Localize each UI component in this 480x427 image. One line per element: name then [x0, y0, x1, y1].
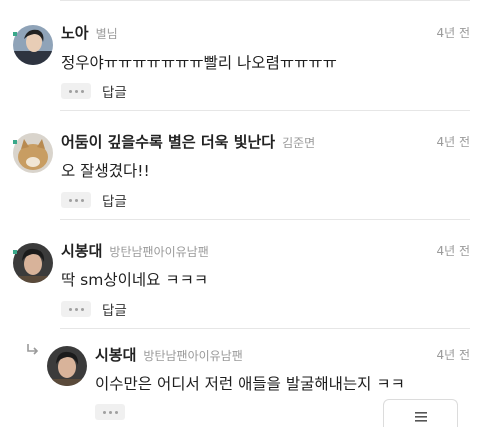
author-tag: 방탄남팬아이유남팬 — [109, 245, 209, 259]
comment-time: 4년 전 — [436, 26, 470, 40]
avatar[interactable] — [13, 25, 53, 65]
author-tag: 별님 — [95, 27, 118, 41]
comment-text: 딱 sm상이네요 ㅋㅋㅋ — [61, 271, 209, 289]
reply-button[interactable]: 답글 — [102, 190, 127, 210]
pin-dot-icon — [12, 241, 19, 254]
comment-author[interactable]: 노아 — [61, 22, 89, 43]
more-dots-icon[interactable] — [61, 192, 91, 208]
top-divider — [60, 0, 470, 1]
comment-author[interactable]: 어둠이 깊을수록 별은 더욱 빛난다 — [61, 131, 275, 152]
reply-button[interactable]: 답글 — [102, 299, 127, 319]
comment-text: 오 잘생겼다!! — [61, 162, 150, 180]
comment-author[interactable]: 시봉대 — [61, 240, 102, 261]
avatar[interactable] — [13, 133, 53, 173]
author-tag: 김준면 — [282, 136, 316, 150]
menu-button[interactable] — [383, 399, 458, 427]
author-tag: 방탄남팬아이유남팬 — [143, 349, 243, 363]
more-dots-icon[interactable] — [95, 404, 125, 420]
comment-time: 4년 전 — [436, 348, 470, 362]
comment-time: 4년 전 — [436, 135, 470, 149]
reply-button[interactable]: 답글 — [102, 81, 127, 101]
comment-text: 정우야ㅠㅠㅠㅠㅠㅠㅠ빨리 나오렴ㅠㅠㅠㅠ — [61, 54, 337, 72]
pin-dot-icon — [12, 131, 19, 144]
pin-dot-icon — [12, 23, 19, 36]
comment-divider — [60, 219, 470, 220]
comment-divider — [60, 328, 470, 329]
comment-author[interactable]: 시봉대 — [95, 344, 136, 365]
comment-time: 4년 전 — [436, 244, 470, 258]
avatar[interactable] — [13, 243, 53, 283]
hamburger-menu-icon — [414, 411, 427, 422]
reply-arrow-icon — [26, 342, 40, 356]
avatar[interactable] — [47, 346, 87, 386]
comment-divider — [60, 110, 470, 111]
more-dots-icon[interactable] — [61, 83, 91, 99]
more-dots-icon[interactable] — [61, 301, 91, 317]
comment-text: 이수만은 어디서 저런 애들을 발굴해내는지 ㅋㅋ — [95, 375, 405, 393]
